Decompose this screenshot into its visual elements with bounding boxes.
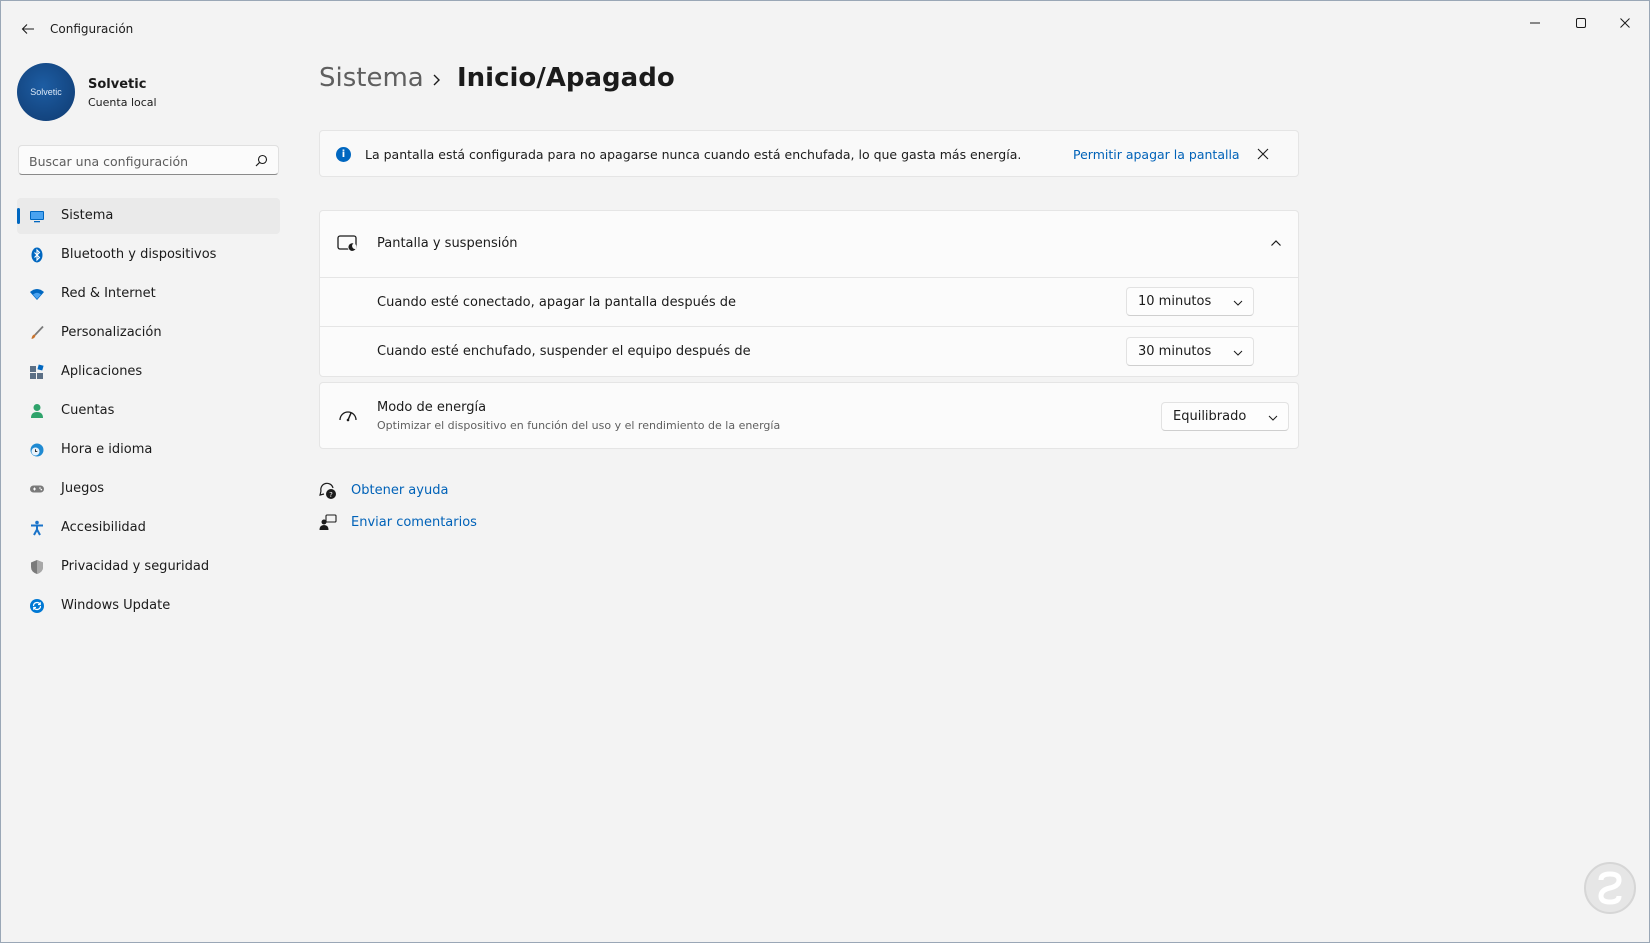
sidebar-item-accesibilidad[interactable]: Accesibilidad (17, 510, 280, 546)
search-icon[interactable] (255, 154, 268, 167)
power-mode-dropdown[interactable]: Equilibrado (1161, 402, 1289, 431)
get-help-label: Obtener ayuda (351, 483, 449, 498)
chevron-down-icon (1233, 350, 1243, 356)
sidebar-item-label: Red & Internet (61, 286, 156, 301)
speedometer-icon (339, 411, 357, 422)
sidebar-item-label: Cuentas (61, 403, 115, 418)
sidebar-item-juegos[interactable]: Juegos (17, 471, 280, 507)
brush-icon (31, 325, 44, 339)
account-type: Cuenta local (88, 96, 157, 109)
sidebar-item-windows-update[interactable]: Windows Update (17, 588, 280, 624)
send-feedback-label: Enviar comentarios (351, 515, 477, 530)
sidebar-item-aplicaciones[interactable]: Aplicaciones (17, 354, 280, 390)
screen-sleep-card: Pantalla y suspensión Cuando esté conect… (319, 210, 1299, 377)
screen-off-dropdown[interactable]: 10 minutos (1126, 287, 1254, 316)
back-button[interactable] (17, 17, 39, 39)
info-icon: i (336, 147, 351, 162)
power-mode-title: Modo de energía (377, 400, 487, 415)
dropdown-value: 30 minutos (1138, 344, 1212, 359)
sleep-dropdown[interactable]: 30 minutos (1126, 337, 1254, 366)
update-icon (30, 599, 44, 613)
sleep-label: Cuando esté enchufado, suspender el equi… (377, 344, 751, 359)
sidebar-item-sistema[interactable]: Sistema (17, 198, 280, 234)
screen-off-label: Cuando esté conectado, apagar la pantall… (377, 295, 736, 310)
screen-off-row: Cuando esté conectado, apagar la pantall… (320, 277, 1298, 326)
search-box[interactable] (18, 145, 279, 175)
bluetooth-icon (31, 247, 43, 263)
power-mode-description: Optimizar el dispositivo en función del … (377, 419, 781, 432)
accessibility-icon (31, 520, 43, 536)
sidebar-item-label: Juegos (61, 481, 105, 496)
title-bar: Configuración (1, 1, 1649, 51)
search-input[interactable] (27, 150, 251, 172)
avatar-logo-text: Solvetic (30, 87, 62, 97)
chevron-down-icon (1268, 415, 1278, 421)
apps-icon (30, 364, 44, 379)
minimize-icon (1530, 22, 1540, 24)
chevron-up-icon (1271, 240, 1281, 246)
close-button[interactable] (1603, 9, 1649, 35)
sidebar-item-label: Sistema (61, 208, 114, 223)
screen-sleep-header[interactable]: Pantalla y suspensión (320, 211, 1298, 277)
sidebar-item-label: Windows Update (61, 598, 171, 613)
sidebar-item-personalizacion[interactable]: Personalización (17, 315, 280, 351)
dropdown-value: Equilibrado (1173, 409, 1247, 424)
sidebar-item-hora-idioma[interactable]: Hora e idioma (17, 432, 280, 468)
dropdown-value: 10 minutos (1138, 294, 1212, 309)
sidebar-item-label: Accesibilidad (61, 520, 146, 535)
allow-screen-off-link[interactable]: Permitir apagar la pantalla (1073, 147, 1240, 162)
shield-icon (31, 560, 43, 574)
svg-text:?: ? (329, 491, 333, 499)
monitor-icon (30, 211, 44, 223)
avatar[interactable]: Solvetic (17, 63, 75, 121)
app-title: Configuración (50, 22, 134, 36)
sidebar-item-label: Bluetooth y dispositivos (61, 247, 217, 262)
sleep-row: Cuando esté enchufado, suspender el equi… (320, 326, 1298, 376)
page-title: Inicio/Apagado (457, 63, 675, 93)
help-chat-icon: ? (319, 482, 336, 499)
user-name: Solvetic (88, 77, 147, 92)
chevron-down-icon (1233, 300, 1243, 306)
globe-clock-icon (30, 443, 44, 457)
back-arrow-icon (21, 24, 34, 34)
watermark-logo (1584, 862, 1636, 914)
sidebar-item-label: Aplicaciones (61, 364, 143, 379)
sidebar-item-red-internet[interactable]: Red & Internet (17, 276, 280, 312)
screen-sleep-title: Pantalla y suspensión (377, 236, 518, 251)
power-mode-card: Modo de energía Optimizar el dispositivo… (319, 382, 1299, 449)
sidebar-item-label: Privacidad y seguridad (61, 559, 210, 574)
sidebar-item-label: Personalización (61, 325, 162, 340)
sidebar-item-privacidad[interactable]: Privacidad y seguridad (17, 549, 280, 585)
chevron-right-icon (433, 74, 440, 86)
close-icon (1620, 18, 1630, 28)
info-message: La pantalla está configurada para no apa… (365, 147, 1022, 162)
gamepad-icon (30, 485, 44, 493)
maximize-button[interactable] (1559, 9, 1605, 35)
info-bar: i La pantalla está configurada para no a… (319, 130, 1299, 177)
breadcrumb-parent[interactable]: Sistema (319, 63, 424, 93)
maximize-icon (1576, 18, 1586, 28)
sidebar-item-label: Hora e idioma (61, 442, 153, 457)
settings-window: Configuración Solvetic Solvetic Cuenta l… (0, 0, 1650, 943)
sidebar-item-bluetooth[interactable]: Bluetooth y dispositivos (17, 237, 280, 273)
close-icon[interactable] (1255, 146, 1271, 162)
feedback-icon (319, 514, 337, 530)
sidebar-item-cuentas[interactable]: Cuentas (17, 393, 280, 429)
screen-moon-icon (337, 235, 357, 252)
wifi-icon (30, 289, 44, 300)
person-icon (31, 404, 43, 418)
selection-indicator (17, 208, 20, 224)
minimize-button[interactable] (1513, 9, 1559, 35)
